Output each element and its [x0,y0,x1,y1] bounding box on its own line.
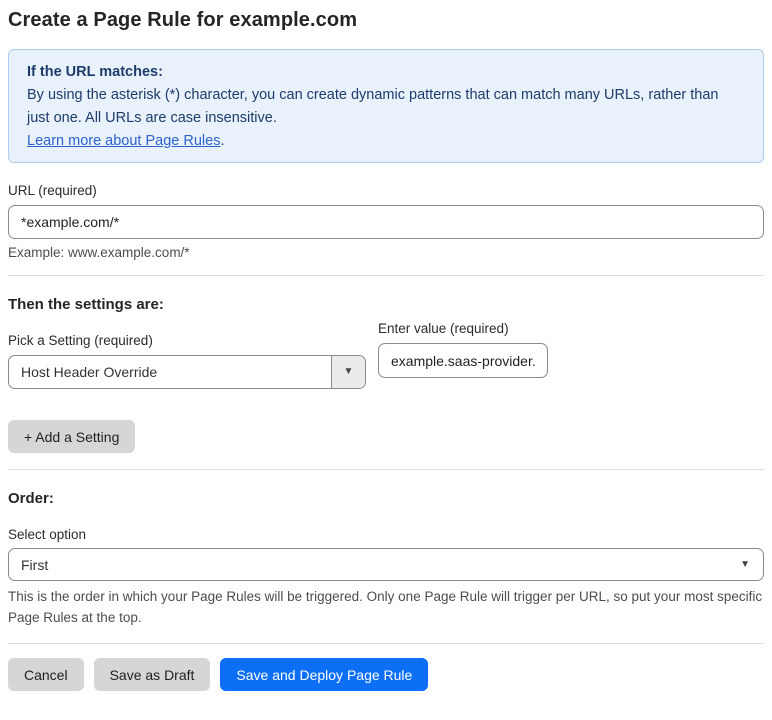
divider [8,275,764,276]
url-example-help: Example: www.example.com/* [8,245,190,260]
page-title: Create a Page Rule for example.com [8,9,358,31]
save-and-deploy-button[interactable]: Save and Deploy Page Rule [220,658,429,691]
enter-value-label: Enter value (required) [378,321,509,336]
add-setting-button[interactable]: + Add a Setting [8,420,136,453]
settings-section-heading: Then the settings are: [8,296,164,313]
order-select-label: Select option [8,527,87,542]
pick-setting-select[interactable]: Host Header Override ▼ [8,355,366,389]
url-input[interactable] [8,205,764,239]
save-as-draft-button[interactable]: Save as Draft [93,658,211,691]
order-section-heading: Order: [8,490,54,507]
enter-value-column: Enter value (required) [378,321,548,378]
page-rule-form: Create a Page Rule for example.com If th… [0,9,772,691]
settings-row: Pick a Setting (required) Host Header Ov… [8,313,764,389]
chevron-down-icon: ▼ [740,558,750,570]
link-suffix: . [220,133,225,149]
chevron-down-icon: ▼ [343,366,354,377]
pick-setting-column: Pick a Setting (required) Host Header Ov… [8,313,366,389]
dropdown-arrow-button[interactable]: ▼ [331,356,365,388]
order-help-text: This is the order in which your Page Rul… [8,589,763,625]
cancel-button[interactable]: Cancel [8,658,84,691]
order-select[interactable]: First ▼ [8,548,764,581]
pick-setting-label: Pick a Setting (required) [8,333,153,348]
order-selected-value: First [21,556,49,573]
url-matches-info-box: If the URL matches: By using the asteris… [8,49,764,163]
learn-more-link[interactable]: Learn more about Page Rules [27,133,220,149]
info-box-body: By using the asterisk (*) character, you… [27,87,719,126]
setting-value-input[interactable] [378,343,548,378]
info-box-link-line: Learn more about Page Rules. [27,130,745,153]
divider [8,643,764,644]
pick-setting-selected-value: Host Header Override [21,364,158,380]
info-box-heading: If the URL matches: [27,64,163,80]
footer-actions: Cancel Save as Draft Save and Deploy Pag… [8,658,764,691]
url-label: URL (required) [8,183,97,198]
divider [8,469,764,470]
